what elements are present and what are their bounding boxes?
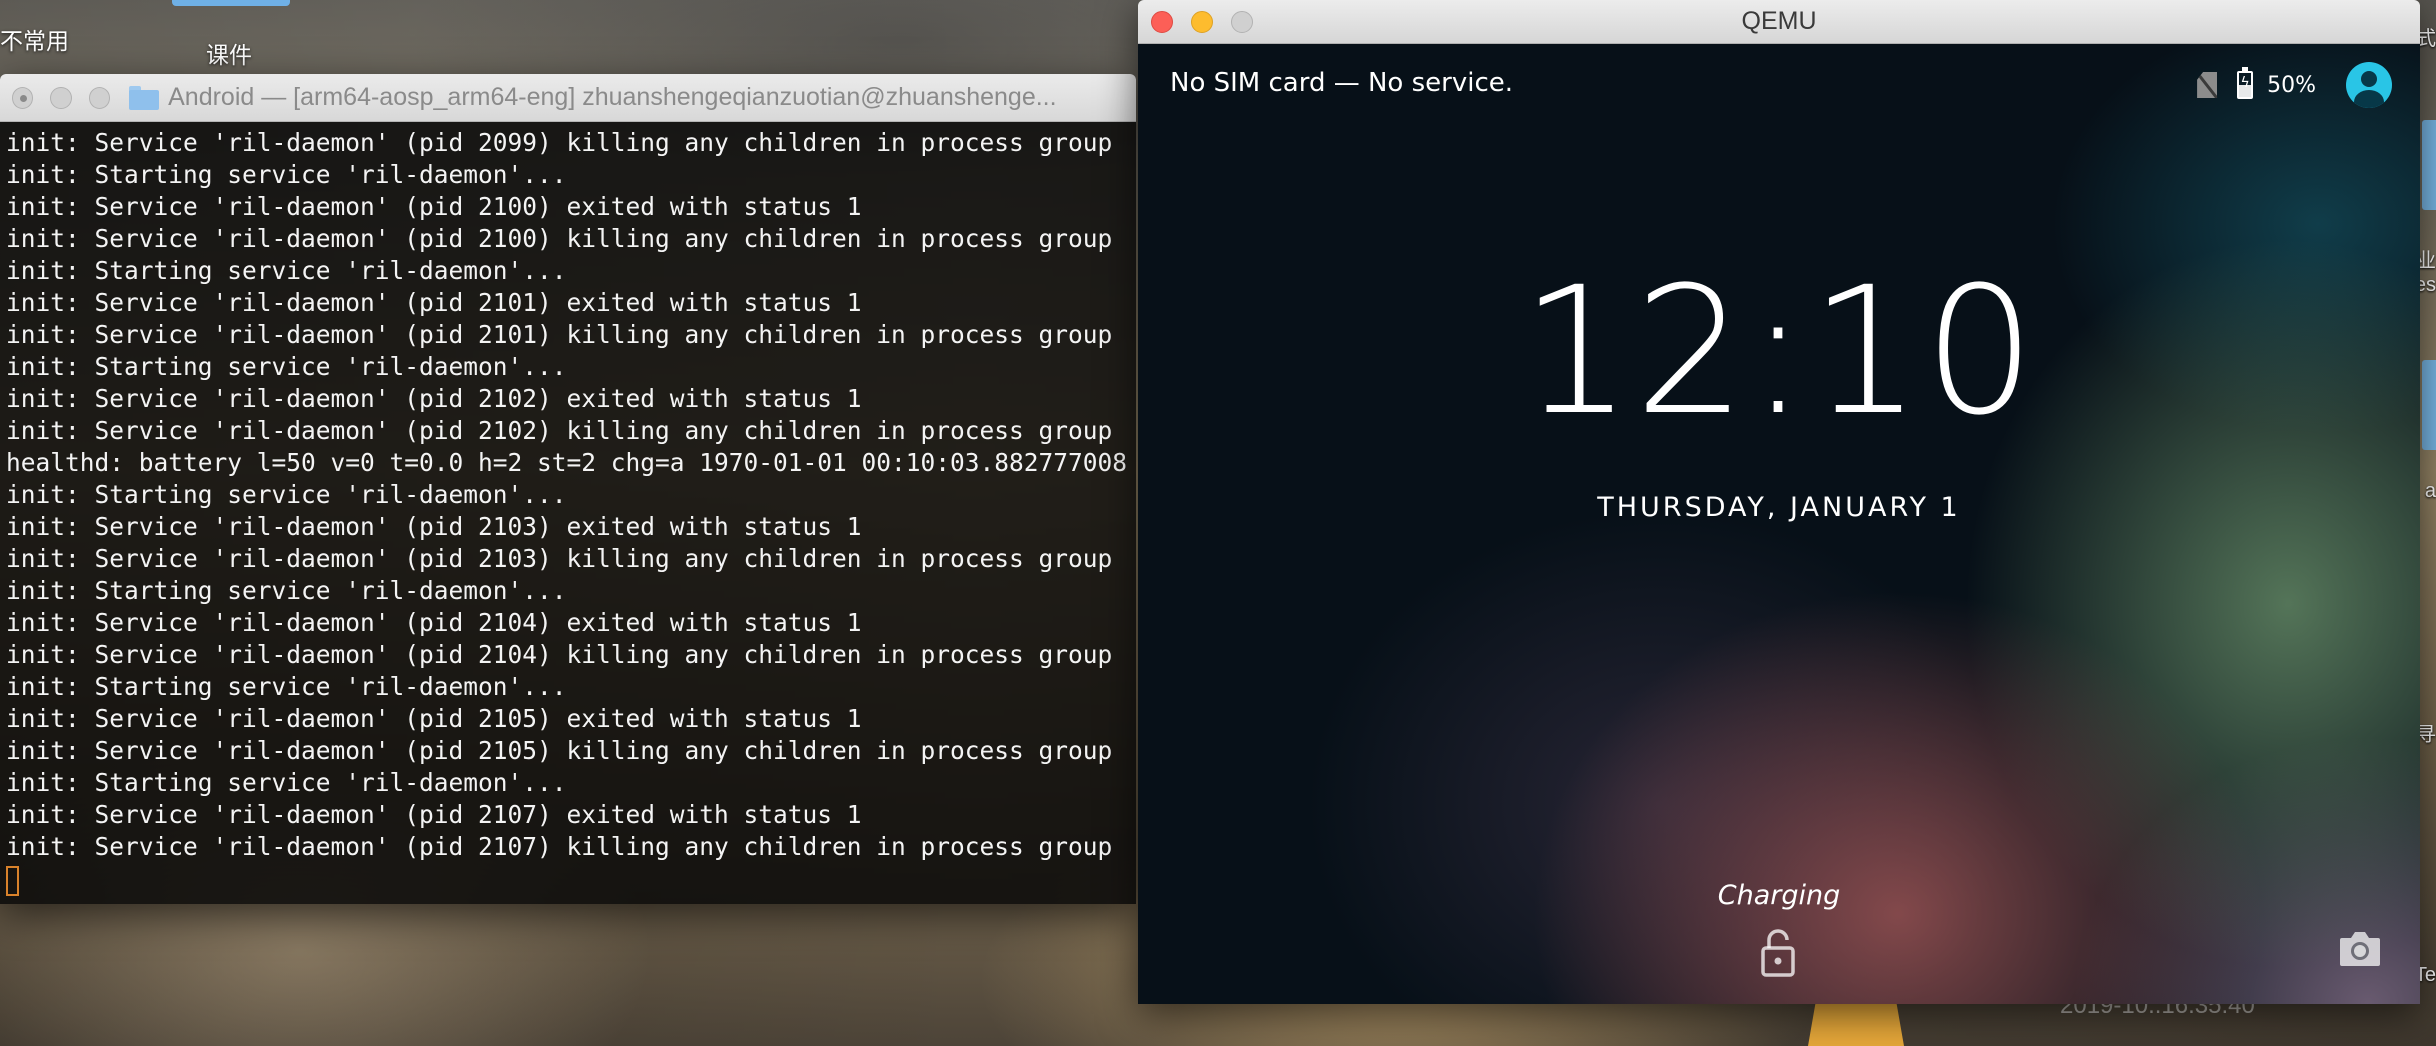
- terminal-line: init: Starting service 'ril-daemon'...: [6, 256, 567, 285]
- battery-charging-icon: [2237, 67, 2254, 99]
- terminal-line: init: Service 'ril-daemon' (pid 2105) ki…: [6, 736, 1113, 765]
- terminal-line: init: Service 'ril-daemon' (pid 2102) ex…: [6, 384, 862, 413]
- charging-status: Charging: [1717, 880, 1841, 911]
- desktop-folder-icon[interactable]: [172, 0, 290, 6]
- terminal-line: init: Service 'ril-daemon' (pid 2104) ex…: [6, 608, 862, 637]
- terminal-minimize-button[interactable]: [50, 86, 72, 109]
- terminal-line: init: Service 'ril-daemon' (pid 2100) ki…: [6, 224, 1113, 253]
- terminal-line: init: Starting service 'ril-daemon'...: [6, 672, 567, 701]
- folder-icon: [129, 85, 160, 110]
- qemu-window[interactable]: QEMU No SIM card — No service. 50% 12:10…: [1138, 0, 2420, 1004]
- terminal-line: init: Starting service 'ril-daemon'...: [6, 576, 567, 605]
- terminal-close-button[interactable]: [12, 86, 34, 109]
- terminal-cursor: [6, 863, 1136, 896]
- desktop-label-infrequent[interactable]: 不常用: [0, 22, 69, 56]
- qemu-title: QEMU: [1741, 7, 1817, 35]
- sim-status-text: No SIM card — No service.: [1170, 68, 1514, 98]
- terminal-zoom-button[interactable]: [88, 86, 111, 109]
- terminal-output[interactable]: init: Service 'ril-daemon' (pid 2099) ki…: [0, 122, 1136, 896]
- terminal-line: init: Service 'ril-daemon' (pid 2101) ex…: [6, 288, 862, 317]
- terminal-title: Android — [arm64-aosp_arm64-eng] zhuansh…: [168, 83, 1057, 111]
- status-bar-icons: 50%: [2197, 62, 2392, 108]
- qemu-titlebar[interactable]: QEMU: [1138, 0, 2420, 44]
- terminal-line: init: Service 'ril-daemon' (pid 2101) ki…: [6, 320, 1113, 349]
- terminal-line: init: Service 'ril-daemon' (pid 2103) ki…: [6, 544, 1113, 573]
- desktop-edge-text: a: [2424, 480, 2436, 502]
- qemu-minimize-button[interactable]: [1191, 10, 1213, 33]
- terminal-line: init: Service 'ril-daemon' (pid 2103) ex…: [6, 512, 862, 541]
- terminal-line: init: Service 'ril-daemon' (pid 2100) ex…: [6, 192, 862, 221]
- terminal-line: init: Service 'ril-daemon' (pid 2107) ex…: [6, 800, 862, 829]
- terminal-line: init: Service 'ril-daemon' (pid 2099) ki…: [6, 128, 1113, 157]
- desktop-edge-icon[interactable]: [2422, 120, 2436, 210]
- qemu-close-button[interactable]: [1151, 10, 1173, 33]
- qemu-zoom-button[interactable]: [1231, 10, 1253, 33]
- android-lockscreen[interactable]: No SIM card — No service. 50% 12:10 THUR…: [1138, 44, 2420, 1004]
- battery-level-fill: [2239, 85, 2252, 97]
- terminal-line: init: Starting service 'ril-daemon'...: [6, 160, 567, 189]
- desktop-edge-icon[interactable]: [2422, 360, 2436, 450]
- terminal-line: init: Service 'ril-daemon' (pid 2102) ki…: [6, 416, 1113, 445]
- terminal-line: healthd: battery l=50 v=0 t=0.0 h=2 st=2…: [6, 448, 1136, 477]
- desktop-label-courseware[interactable]: 课件: [206, 36, 252, 70]
- camera-icon[interactable]: [2338, 928, 2382, 968]
- terminal-line: init: Service 'ril-daemon' (pid 2105) ex…: [6, 704, 862, 733]
- lockscreen-clock: 12:10: [1520, 249, 2038, 454]
- terminal-window[interactable]: Android — [arm64-aosp_arm64-eng] zhuansh…: [0, 74, 1136, 904]
- terminal-titlebar[interactable]: Android — [arm64-aosp_arm64-eng] zhuansh…: [0, 74, 1136, 122]
- no-sim-icon: [2197, 72, 2218, 98]
- terminal-line: init: Starting service 'ril-daemon'...: [6, 352, 567, 381]
- battery-percent: 50%: [2267, 72, 2316, 98]
- terminal-line: init: Starting service 'ril-daemon'...: [6, 480, 567, 509]
- terminal-line: init: Starting service 'ril-daemon'...: [6, 768, 567, 797]
- user-icon[interactable]: [2346, 62, 2392, 108]
- desktop-yellow-item[interactable]: [1808, 1002, 1904, 1046]
- cursor-block: [6, 866, 19, 896]
- terminal-line: init: Service 'ril-daemon' (pid 2107) ki…: [6, 832, 1113, 861]
- lock-icon[interactable]: [1760, 926, 1796, 978]
- terminal-line: init: Service 'ril-daemon' (pid 2104) ki…: [6, 640, 1113, 669]
- lockscreen-date: THURSDAY, JANUARY 1: [1597, 492, 1961, 523]
